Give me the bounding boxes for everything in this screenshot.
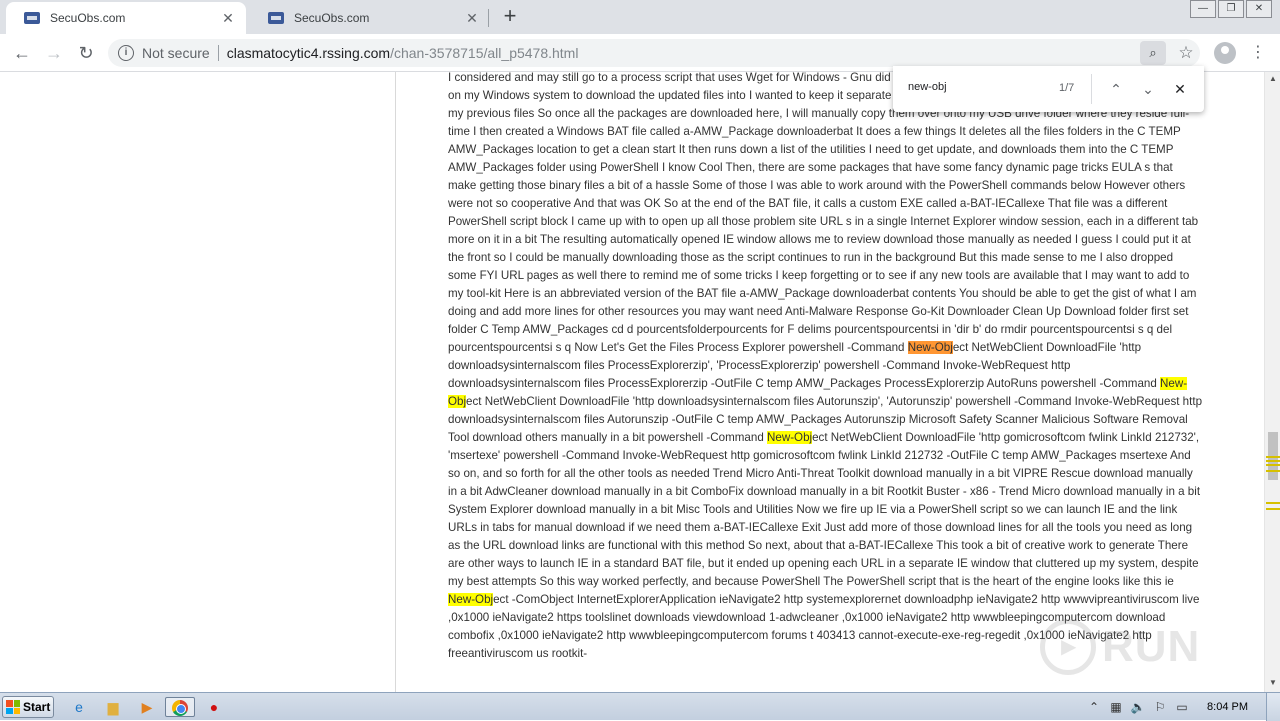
left-sidebar — [0, 72, 396, 692]
tab-title: SecuObs.com — [50, 11, 126, 25]
restore-button[interactable]: ❐ — [1218, 0, 1244, 18]
find-match-marker — [1266, 456, 1280, 458]
system-tray: ⌃ ▦ 🔈 ⚐ ▭ 8:04 PM — [1083, 693, 1280, 721]
start-label: Start — [23, 700, 51, 714]
explorer-icon[interactable]: ▆ — [102, 697, 124, 717]
scroll-up-icon[interactable]: ▲ — [1265, 72, 1280, 86]
start-button[interactable]: Start — [2, 696, 54, 718]
rss-favicon-icon — [268, 12, 284, 24]
windows-taskbar: Start e ▆ ▶ ● ⌃ ▦ 🔈 ⚐ ▭ 8:04 PM — [0, 692, 1280, 721]
tab-secuobs-active[interactable]: SecuObs.com ✕ — [6, 2, 246, 34]
back-button[interactable]: ← — [10, 41, 34, 65]
find-match: New-Obj — [767, 431, 813, 444]
show-desktop-button[interactable] — [1266, 693, 1280, 721]
tray-expand-icon[interactable]: ⌃ — [1083, 697, 1105, 717]
find-bar: new-obj 1/7 ⌃ ⌄ ✕ — [893, 66, 1204, 112]
article-text-segment: ect NetWebClient DownloadFile 'http gomi… — [448, 431, 1201, 588]
info-icon[interactable]: i — [118, 45, 134, 61]
url-path[interactable]: /chan-3578715/all_p5478.html — [390, 45, 578, 61]
rss-favicon-icon — [24, 12, 40, 24]
anyrun-watermark: RUN — [1040, 612, 1240, 682]
find-previous-button[interactable]: ⌃ — [1104, 77, 1128, 101]
media-glyph: ▶ — [141, 699, 153, 715]
article-text: I considered and may still go to a proce… — [448, 72, 1204, 663]
tab-secuobs[interactable]: SecuObs.com ✕ — [250, 2, 490, 34]
page-viewport: I considered and may still go to a proce… — [0, 72, 1280, 692]
find-match-marker — [1266, 502, 1280, 504]
media-player-icon[interactable]: ▶ — [136, 697, 158, 717]
tray-flag-icon[interactable]: ⚐ — [1149, 697, 1171, 717]
new-tab-button[interactable]: + — [498, 5, 522, 29]
find-match-marker — [1266, 508, 1280, 510]
security-label[interactable]: Not secure — [142, 45, 210, 61]
window-controls: — ❐ ✕ — [1188, 0, 1272, 18]
chrome-icon[interactable] — [165, 697, 195, 717]
ie-icon[interactable]: e — [68, 697, 90, 717]
explorer-glyph: ▆ — [107, 699, 119, 715]
stop-icon[interactable]: ● — [203, 697, 225, 717]
bookmark-star-icon[interactable]: ☆ — [1174, 41, 1198, 65]
stop-glyph: ● — [209, 699, 219, 715]
tray-network-icon[interactable]: ▦ — [1105, 697, 1127, 717]
find-in-page-icon[interactable]: ⌕ — [1140, 41, 1166, 65]
close-icon[interactable]: ✕ — [464, 10, 480, 26]
find-match: New-Obj — [448, 593, 494, 606]
find-input[interactable]: new-obj — [908, 81, 947, 93]
tab-strip: SecuObs.com ✕ SecuObs.com ✕ + — ❐ ✕ — [0, 0, 1280, 34]
vertical-scrollbar[interactable]: ▲ ▼ — [1264, 72, 1280, 692]
clock[interactable]: 8:04 PM — [1207, 701, 1248, 713]
tab-separator — [488, 9, 489, 27]
omnibox-divider — [217, 45, 219, 61]
tray-monitor-icon[interactable]: ▭ — [1171, 697, 1193, 717]
find-match-marker — [1266, 464, 1280, 466]
find-divider — [1091, 74, 1092, 104]
right-margin — [1250, 72, 1264, 692]
reload-button[interactable]: ↻ — [74, 41, 98, 65]
minimize-button[interactable]: — — [1190, 0, 1216, 18]
windows-logo-icon — [6, 700, 20, 714]
scroll-down-icon[interactable]: ▼ — [1265, 676, 1280, 690]
article-text-segment: I considered and may still go to a proce… — [448, 72, 1199, 354]
anyrun-logo-icon — [1040, 619, 1096, 675]
tab-title: SecuObs.com — [294, 11, 370, 25]
address-bar[interactable]: i Not secure clasmatocytic4.rssing.com/c… — [108, 39, 1200, 67]
tray-volume-icon[interactable]: 🔈 — [1127, 697, 1149, 717]
find-match-marker — [1266, 460, 1280, 462]
watermark-text: RUN — [1102, 622, 1201, 671]
find-next-button[interactable]: ⌄ — [1136, 77, 1160, 101]
window-close-button[interactable]: ✕ — [1246, 0, 1272, 18]
profile-avatar[interactable] — [1214, 42, 1236, 64]
close-icon[interactable]: ✕ — [220, 10, 236, 26]
chrome-logo-icon — [172, 700, 188, 716]
url-host[interactable]: clasmatocytic4.rssing.com — [227, 45, 390, 61]
content-column: I considered and may still go to a proce… — [396, 72, 1250, 692]
find-match-marker — [1266, 470, 1280, 472]
browser-menu-icon[interactable]: ⋮ — [1250, 41, 1266, 65]
ie-glyph: e — [75, 699, 83, 715]
find-close-button[interactable]: ✕ — [1168, 77, 1192, 101]
find-match-count: 1/7 — [1059, 82, 1075, 94]
find-match-current: New-Obj — [907, 341, 953, 354]
forward-button[interactable]: → — [42, 41, 66, 65]
